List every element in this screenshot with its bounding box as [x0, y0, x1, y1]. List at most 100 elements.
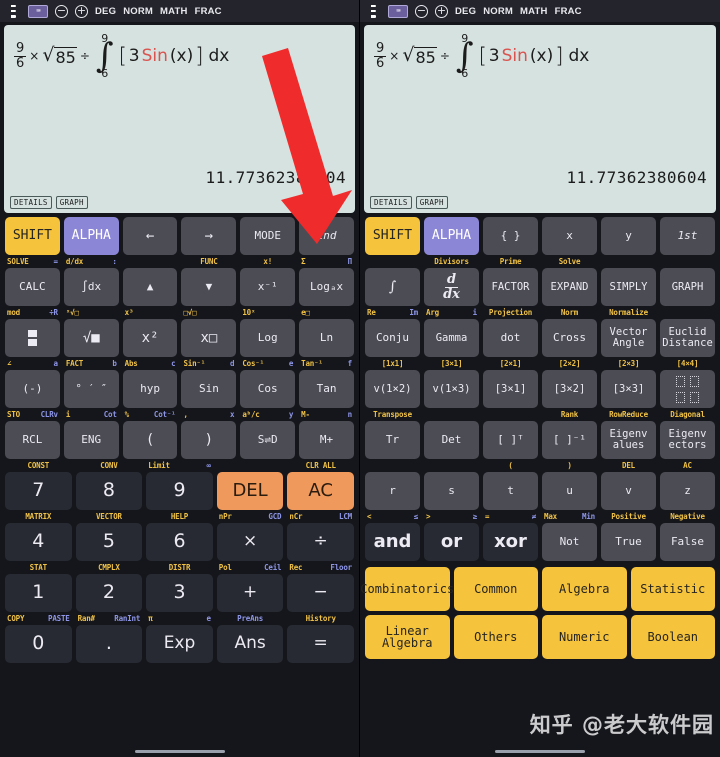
key-1[interactable]: 1 — [5, 574, 72, 612]
sublabel-secondary[interactable]: e — [289, 359, 294, 368]
sublabel-primary[interactable]: M- — [301, 410, 310, 419]
key-v[interactable]: v — [601, 472, 656, 510]
sublabel-secondary[interactable]: a — [54, 359, 59, 368]
key-exp[interactable]: Exp — [146, 625, 213, 663]
sublabel-primary[interactable]: [4×4] — [677, 359, 699, 368]
display-screen-right[interactable]: 9 6 × √ 85 ÷ 9 ∫ 6 [ 3 Sin (x) ] dx 11.7… — [364, 25, 716, 213]
key-1st[interactable]: 1st — [660, 217, 715, 255]
key-key[interactable]: − — [287, 574, 354, 612]
sublabel-secondary[interactable]: y — [289, 410, 294, 419]
key-3-3[interactable]: [3×3] — [601, 370, 656, 408]
key-s-d[interactable]: S⇌D — [240, 421, 296, 459]
sublabel-primary[interactable]: Pol — [219, 563, 232, 572]
sublabel-primary[interactable]: DISTR — [169, 563, 191, 572]
key-z[interactable]: z — [660, 472, 715, 510]
key-ln[interactable]: Ln — [299, 319, 354, 357]
key-m[interactable]: M+ — [299, 421, 354, 459]
sublabel-secondary[interactable]: f — [348, 359, 353, 368]
key-x[interactable]: x — [542, 217, 597, 255]
sublabel-secondary[interactable]: ∞ — [206, 461, 211, 470]
key-key[interactable]: ÷ — [287, 523, 354, 561]
key-key[interactable]: × — [216, 523, 284, 561]
key-2nd[interactable]: 2nd — [299, 217, 354, 255]
key-x[interactable]: x⁻¹ — [240, 268, 296, 306]
diagonal-matrix-icon[interactable] — [660, 370, 715, 408]
key-calc[interactable]: CALC — [5, 268, 60, 306]
key-u[interactable]: u — [542, 472, 597, 510]
key-gamma[interactable]: Gamma — [424, 319, 479, 357]
sublabel-secondary[interactable]: b — [112, 359, 117, 368]
sublabel-primary[interactable]: Rank — [561, 410, 578, 419]
graph-button[interactable]: GRAPH — [415, 196, 448, 209]
hamburger-menu-icon[interactable] — [366, 4, 381, 18]
sublabel-primary[interactable]: SOLVE — [7, 257, 29, 266]
sublabel-primary[interactable]: > — [426, 512, 431, 521]
key-shift[interactable]: SHIFT — [5, 217, 60, 255]
key-sin[interactable]: Sin — [181, 370, 237, 408]
sublabel-primary[interactable]: Cos⁻¹ — [242, 359, 264, 368]
sublabel-primary[interactable]: HELP — [171, 512, 188, 521]
category-button-numeric[interactable]: Numeric — [542, 615, 627, 659]
category-button-linear-algebra[interactable]: Linear Algebra — [365, 615, 450, 659]
sublabel-primary[interactable]: DEL — [622, 461, 635, 470]
key-0[interactable]: 0 — [5, 625, 72, 663]
sublabel-primary[interactable]: = — [485, 512, 490, 521]
key-tan[interactable]: Tan — [299, 370, 354, 408]
sublabel-secondary[interactable]: Min — [582, 512, 595, 521]
key-9[interactable]: 9 — [146, 472, 213, 510]
key-key[interactable]: → — [181, 217, 237, 255]
key-alpha[interactable]: ALPHA — [424, 217, 479, 255]
sublabel-primary[interactable]: MATRIX — [25, 512, 51, 521]
details-button[interactable]: DETAILS — [370, 196, 412, 209]
sublabel-primary[interactable]: ˣ√□ — [66, 308, 79, 317]
key-dx[interactable]: ∫dx — [63, 268, 119, 306]
sublabel-primary[interactable]: d/dx — [66, 257, 83, 266]
sublabel-primary[interactable]: [2×3] — [618, 359, 640, 368]
sublabel-primary[interactable]: Divisors — [434, 257, 469, 266]
key-2[interactable]: 2 — [75, 574, 143, 612]
sublabel-primary[interactable]: Norm — [561, 308, 578, 317]
hamburger-menu-icon[interactable] — [6, 4, 21, 18]
key-ac[interactable]: AC — [287, 472, 354, 510]
minus-circle-icon[interactable]: − — [415, 4, 428, 18]
key-key[interactable]: ← — [122, 217, 178, 255]
sublabel-secondary[interactable]: Floor — [330, 563, 352, 572]
plus-circle-icon[interactable]: + — [75, 4, 88, 18]
sublabel-secondary[interactable]: e — [206, 614, 211, 623]
sublabel-primary[interactable]: [2×2] — [559, 359, 581, 368]
key-dot[interactable]: dot — [483, 319, 538, 357]
sublabel-primary[interactable]: Arg — [426, 308, 439, 317]
sublabel-secondary[interactable]: Cot — [104, 410, 117, 419]
key-6[interactable]: 6 — [146, 523, 213, 561]
key-key[interactable]: ) — [181, 421, 237, 459]
sublabel-primary[interactable]: [3×1] — [441, 359, 463, 368]
sublabel-primary[interactable]: e□ — [301, 308, 310, 317]
key-true[interactable]: True — [601, 523, 656, 561]
key-log-x[interactable]: Logₐx — [299, 268, 354, 306]
key-key[interactable]: [ ]ᵀ — [483, 421, 538, 459]
sublabel-primary[interactable]: < — [367, 512, 372, 521]
sublabel-primary[interactable]: , — [183, 410, 188, 419]
sublabel-primary[interactable]: Max — [544, 512, 557, 521]
key-euclid-distance[interactable]: Euclid Distance — [660, 319, 715, 357]
key-key[interactable]: ∫ — [365, 268, 420, 306]
sublabel-primary[interactable]: Limit — [148, 461, 170, 470]
key-vector-angle[interactable]: Vector Angle — [601, 319, 656, 357]
key-x[interactable]: x² — [122, 319, 178, 357]
sublabel-primary[interactable]: Diagonal — [670, 410, 705, 419]
key-key[interactable]: ▲ — [122, 268, 178, 306]
sublabel-primary[interactable]: RowReduce — [609, 410, 648, 419]
key-key[interactable]: √■ — [63, 319, 119, 357]
key-key[interactable]: (-) — [5, 370, 60, 408]
details-button[interactable]: DETAILS — [10, 196, 52, 209]
sublabel-primary[interactable]: Transpose — [373, 410, 412, 419]
sublabel-primary[interactable]: Re — [367, 308, 376, 317]
sublabel-secondary[interactable]: PASTE — [48, 614, 70, 623]
key-expand[interactable]: EXPAND — [542, 268, 597, 306]
sublabel-primary[interactable]: x! — [263, 257, 272, 266]
key-v-1-3[interactable]: v(1×3) — [424, 370, 479, 408]
key-mode[interactable]: MODE — [240, 217, 296, 255]
sublabel-primary[interactable]: x³ — [125, 308, 134, 317]
key-or[interactable]: or — [424, 523, 479, 561]
key-cos[interactable]: Cos — [240, 370, 296, 408]
